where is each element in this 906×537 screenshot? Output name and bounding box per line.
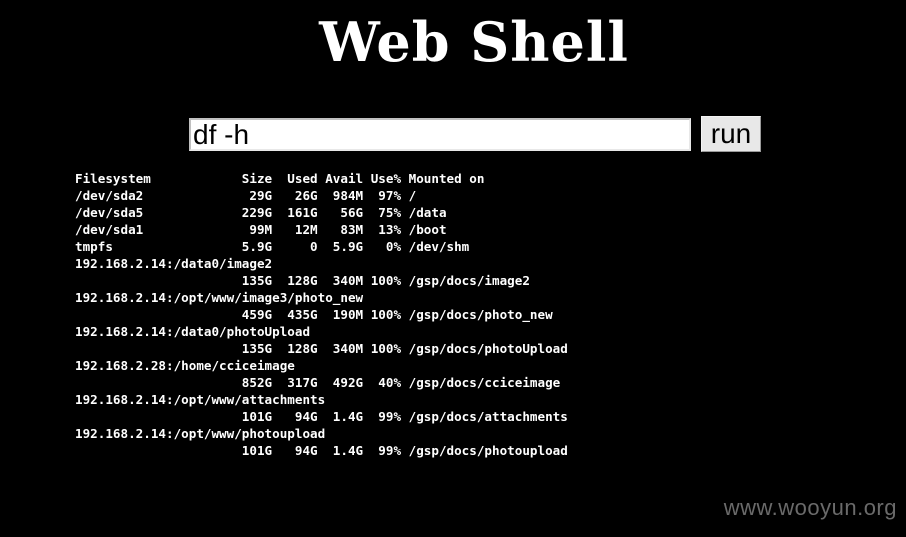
output-line: 192.168.2.14:/opt/www/image3/photo_new xyxy=(75,290,364,305)
page-title: Web Shell xyxy=(319,10,629,74)
output-line: 192.168.2.14:/data0/photoUpload xyxy=(75,324,311,339)
output-line: 192.168.2.14:/data0/image2 xyxy=(75,256,273,271)
web-shell-page: Web Shell run Filesystem Size Used Avail… xyxy=(0,0,906,537)
output-line: /dev/sda1 99M 12M 83M 13% /boot xyxy=(75,222,447,237)
output-line: 135G 128G 340M 100% /gsp/docs/photoUploa… xyxy=(75,341,568,356)
output-line: 459G 435G 190M 100% /gsp/docs/photo_new xyxy=(75,307,553,322)
output-line: 135G 128G 340M 100% /gsp/docs/image2 xyxy=(75,273,530,288)
output-line: Filesystem Size Used Avail Use% Mounted … xyxy=(75,171,485,186)
watermark: www.wooyun.org xyxy=(723,495,897,520)
output-line: 192.168.2.28:/home/cciceimage xyxy=(75,358,295,373)
command-input[interactable] xyxy=(189,118,691,151)
output-line: 101G 94G 1.4G 99% /gsp/docs/photoupload xyxy=(75,443,568,458)
output-line: 852G 317G 492G 40% /gsp/docs/cciceimage xyxy=(75,375,561,390)
output-line: 192.168.2.14:/opt/www/attachments xyxy=(75,392,326,407)
output-line: 192.168.2.14:/opt/www/photoupload xyxy=(75,426,326,441)
output-line: 101G 94G 1.4G 99% /gsp/docs/attachments xyxy=(75,409,568,424)
command-output: Filesystem Size Used Avail Use% Mounted … xyxy=(75,170,568,459)
output-line: /dev/sda2 29G 26G 984M 97% / xyxy=(75,188,417,203)
output-line: tmpfs 5.9G 0 5.9G 0% /dev/shm xyxy=(75,239,470,254)
run-button[interactable]: run xyxy=(701,116,761,152)
output-line: /dev/sda5 229G 161G 56G 75% /data xyxy=(75,205,447,220)
